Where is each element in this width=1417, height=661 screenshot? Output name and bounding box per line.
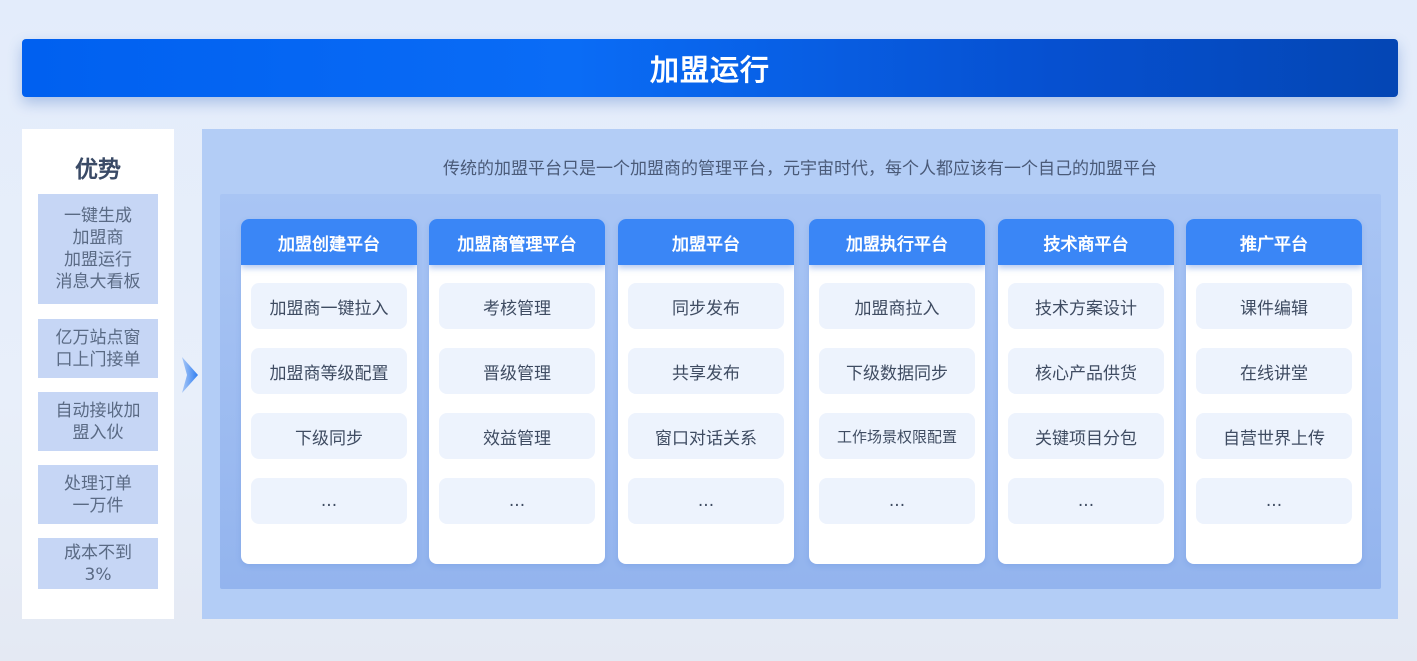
platform-feature-item: 核心产品供货 [1008, 348, 1164, 394]
platform-feature-item: ... [439, 478, 595, 524]
platform-feature-item: 下级同步 [251, 413, 407, 459]
platform-feature-item: ... [819, 478, 975, 524]
platform-feature-item: ... [251, 478, 407, 524]
platform-feature-item: 加盟商拉入 [819, 283, 975, 329]
platform-feature-item: 关键项目分包 [1008, 413, 1164, 459]
advantage-item: 一键生成 加盟商 加盟运行 消息大看板 [38, 194, 158, 304]
platform-feature-item: 考核管理 [439, 283, 595, 329]
platform-column: 加盟创建平台 加盟商一键拉入 加盟商等级配置 下级同步... [241, 219, 417, 564]
platforms-subtitle: 传统的加盟平台只是一个加盟商的管理平台，元宇宙时代，每个人都应该有一个自己的加盟… [443, 159, 1157, 179]
platform-column: 技术商平台技术方案设计 核心产品供货 关键项目分包... [998, 219, 1174, 564]
page-title: 加盟运行 [649, 53, 770, 87]
platform-column-title: 加盟创建平台 [241, 219, 417, 265]
platform-feature-item: 课件编辑 [1196, 283, 1352, 329]
platform-feature-item: 晋级管理 [439, 348, 595, 394]
page-header: 加盟运行 [22, 39, 1398, 97]
advantage-item: 自动接收加 盟入伙 [38, 392, 158, 451]
platform-feature-item: 自营世界上传 [1196, 413, 1352, 459]
platform-column-title: 加盟执行平台 [809, 219, 985, 265]
platform-column: 加盟执行平台 加盟商拉入下级数据同步 工作场景权限配置... [809, 219, 985, 564]
platform-feature-item: ... [628, 478, 784, 524]
platform-column-title: 加盟平台 [618, 219, 794, 265]
platform-feature-item: 技术方案设计 [1008, 283, 1164, 329]
platform-feature-item: ... [1008, 478, 1164, 524]
platform-column-title: 推广平台 [1186, 219, 1362, 265]
advantage-item: 处理订单 一万件 [38, 465, 158, 524]
platform-column-title: 加盟商管理平台 [429, 219, 605, 265]
advantages-title: 优势 [75, 157, 121, 183]
platform-column: 推广平台课件编辑在线讲堂自营世界上传... [1186, 219, 1362, 564]
platform-feature-item: 窗口对话关系 [628, 413, 784, 459]
platform-feature-item: 共享发布 [628, 348, 784, 394]
platform-feature-item: ... [1196, 478, 1352, 524]
advantage-item: 亿万站点窗 口上门接单 [38, 319, 158, 378]
platform-feature-item: 加盟商一键拉入 [251, 283, 407, 329]
chevron-right-icon [182, 357, 198, 393]
platform-column: 加盟商管理平台 考核管理晋级管理效益管理... [429, 219, 605, 564]
platform-feature-item: 加盟商等级配置 [251, 348, 407, 394]
platform-column-title: 技术商平台 [998, 219, 1174, 265]
platform-feature-item: 在线讲堂 [1196, 348, 1352, 394]
platform-feature-item: 效益管理 [439, 413, 595, 459]
platform-feature-item: 同步发布 [628, 283, 784, 329]
platform-column: 加盟平台同步发布共享发布窗口对话关系... [618, 219, 794, 564]
platform-feature-item: 工作场景权限配置 [819, 413, 975, 459]
advantage-item: 成本不到 3% [38, 538, 158, 589]
platform-feature-item: 下级数据同步 [819, 348, 975, 394]
